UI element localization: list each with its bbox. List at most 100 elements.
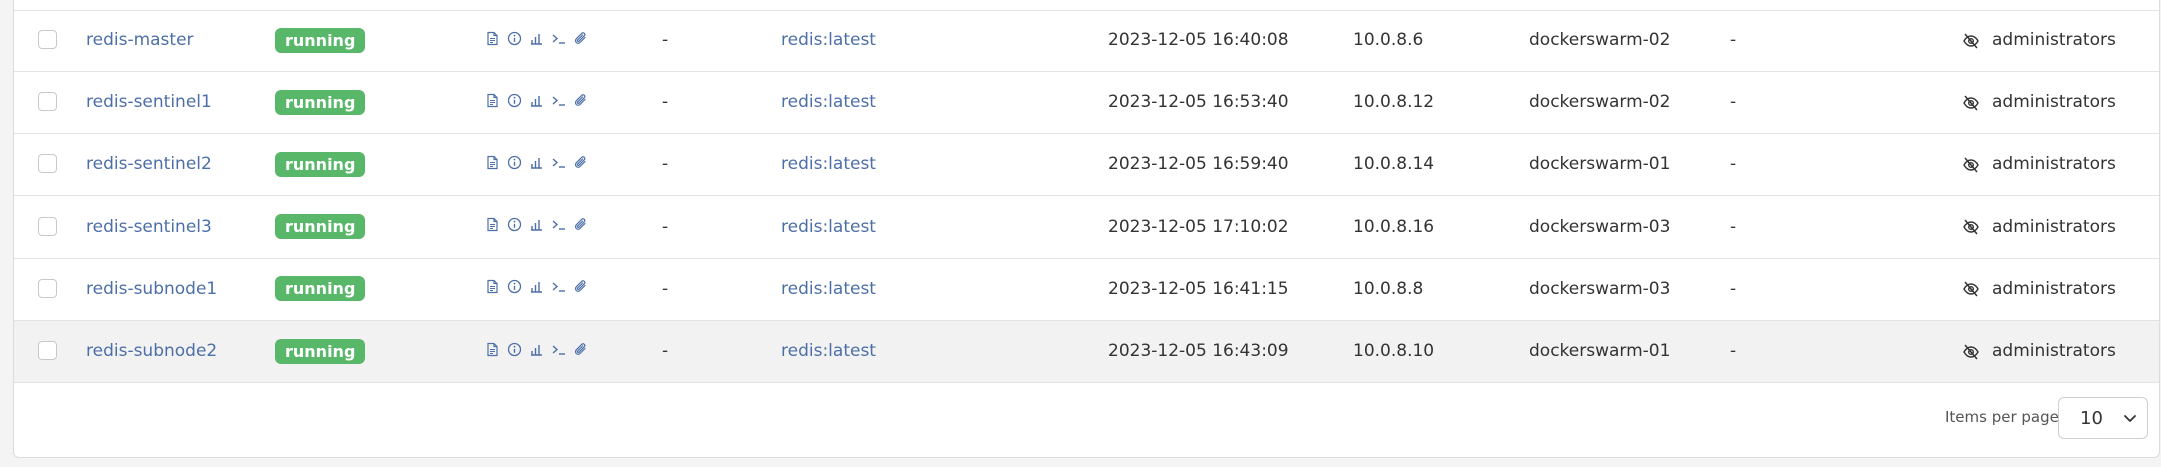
eye-off-icon <box>1963 344 1979 359</box>
row-checkbox[interactable] <box>38 30 57 49</box>
status-cell: running <box>275 259 366 320</box>
container-name-link[interactable]: redis-master <box>86 10 194 71</box>
console-action[interactable] <box>550 215 567 235</box>
container-name-link[interactable]: redis-sentinel3 <box>86 197 212 258</box>
logs-icon <box>487 155 498 169</box>
table-row: redis-subnode2 running - redis:latest 20… <box>14 321 2159 383</box>
attach-action[interactable] <box>572 215 589 235</box>
inspect-icon <box>507 155 522 170</box>
console-action[interactable] <box>550 90 567 110</box>
inspect-action[interactable] <box>506 28 523 48</box>
ownership-cell: administrators <box>1962 259 2116 320</box>
logs-action[interactable] <box>484 90 501 110</box>
attach-action[interactable] <box>572 28 589 48</box>
ip-address-cell: 10.0.8.8 <box>1353 278 1424 299</box>
published-ports-cell: - <box>1730 216 1737 237</box>
row-checkbox[interactable] <box>38 278 57 298</box>
inspect-action[interactable] <box>506 152 523 172</box>
table-row: redis-master running - redis:latest 2023… <box>14 10 2159 72</box>
attach-action[interactable] <box>572 339 589 359</box>
logs-action[interactable] <box>484 277 501 297</box>
eye-off-icon <box>1963 157 1979 173</box>
console-icon <box>552 33 565 44</box>
stats-action[interactable] <box>528 152 545 172</box>
table-row: redis-subnode1 running - redis:latest 20… <box>14 259 2159 321</box>
image-link[interactable]: redis:latest <box>781 10 876 71</box>
container-name-link[interactable]: redis-subnode2 <box>86 321 217 382</box>
ip-address-cell: 10.0.8.14 <box>1353 154 1435 175</box>
image-link[interactable]: redis:latest <box>781 134 876 195</box>
logs-action[interactable] <box>484 28 501 48</box>
stats-action[interactable] <box>528 90 545 110</box>
containers-table-panel: redis-master running - redis:latest 2023… <box>13 0 2160 458</box>
inspect-action[interactable] <box>506 215 523 235</box>
ownership-label: administrators <box>1992 278 2116 299</box>
created-cell: 2023-12-05 17:10:02 <box>1108 216 1289 237</box>
inspect-icon <box>507 93 522 107</box>
image-link[interactable]: redis:latest <box>781 321 876 382</box>
image-link[interactable]: redis:latest <box>781 259 876 320</box>
ownership-label: administrators <box>1992 30 2116 50</box>
row-checkbox[interactable] <box>38 341 57 360</box>
stats-action[interactable] <box>528 28 545 48</box>
image-link[interactable]: redis:latest <box>781 72 876 133</box>
host-cell: dockerswarm-03 <box>1529 216 1671 237</box>
stats-action[interactable] <box>528 339 545 359</box>
logs-action[interactable] <box>484 215 501 235</box>
image-link[interactable]: redis:latest <box>781 197 876 258</box>
inspect-action[interactable] <box>506 339 523 359</box>
logs-icon <box>487 93 498 107</box>
stack-cell: - <box>662 92 669 113</box>
logs-action[interactable] <box>484 152 501 172</box>
container-name-link[interactable]: redis-sentinel2 <box>86 134 212 195</box>
console-action[interactable] <box>550 152 567 172</box>
host-cell: dockerswarm-02 <box>1529 92 1671 113</box>
ownership-label: administrators <box>1992 92 2116 113</box>
ip-address-cell: 10.0.8.12 <box>1353 92 1435 113</box>
attach-action[interactable] <box>572 90 589 110</box>
stats-action[interactable] <box>528 215 545 235</box>
eye-off-icon <box>1963 95 1979 111</box>
status-cell: running <box>275 321 366 382</box>
row-checkbox[interactable] <box>38 92 57 112</box>
items-per-page-select[interactable]: 10 <box>2058 397 2148 439</box>
console-action[interactable] <box>550 28 567 48</box>
table-row: redis-sentinel1 running - redis:latest 2… <box>14 72 2159 135</box>
logs-action[interactable] <box>484 339 501 359</box>
ownership-cell: administrators <box>1962 10 2116 71</box>
quick-actions <box>484 152 589 176</box>
status-cell: running <box>275 197 366 258</box>
stats-action[interactable] <box>528 277 545 297</box>
ownership-label: administrators <box>1992 341 2116 361</box>
created-cell: 2023-12-05 16:43:09 <box>1108 341 1289 361</box>
inspect-action[interactable] <box>506 90 523 110</box>
table-row: redis-sentinel3 running - redis:latest 2… <box>14 197 2159 259</box>
inspect-action[interactable] <box>506 277 523 297</box>
row-checkbox[interactable] <box>38 216 57 236</box>
ownership-label: administrators <box>1992 216 2116 237</box>
stats-icon <box>531 33 542 45</box>
console-icon <box>552 220 565 230</box>
console-icon <box>552 344 565 355</box>
stats-icon <box>531 95 542 107</box>
container-name-link[interactable]: redis-subnode1 <box>86 259 217 320</box>
attach-icon <box>574 342 586 355</box>
console-action[interactable] <box>550 339 567 359</box>
status-badge: running <box>275 27 366 53</box>
host-cell: dockerswarm-01 <box>1529 154 1671 175</box>
attach-action[interactable] <box>572 277 589 297</box>
attach-action[interactable] <box>572 152 589 172</box>
stack-cell: - <box>662 154 669 175</box>
row-checkbox[interactable] <box>38 154 57 174</box>
status-cell: running <box>275 72 366 133</box>
console-action[interactable] <box>550 277 567 297</box>
container-name-link[interactable]: redis-sentinel1 <box>86 72 212 133</box>
logs-icon <box>487 31 498 45</box>
status-cell: running <box>275 134 366 195</box>
eye-off-icon <box>1963 281 1979 297</box>
ownership-label: administrators <box>1992 154 2116 175</box>
quick-actions <box>484 215 589 239</box>
inspect-icon <box>507 342 522 356</box>
published-ports-cell: - <box>1730 154 1737 175</box>
stats-icon <box>531 157 542 169</box>
